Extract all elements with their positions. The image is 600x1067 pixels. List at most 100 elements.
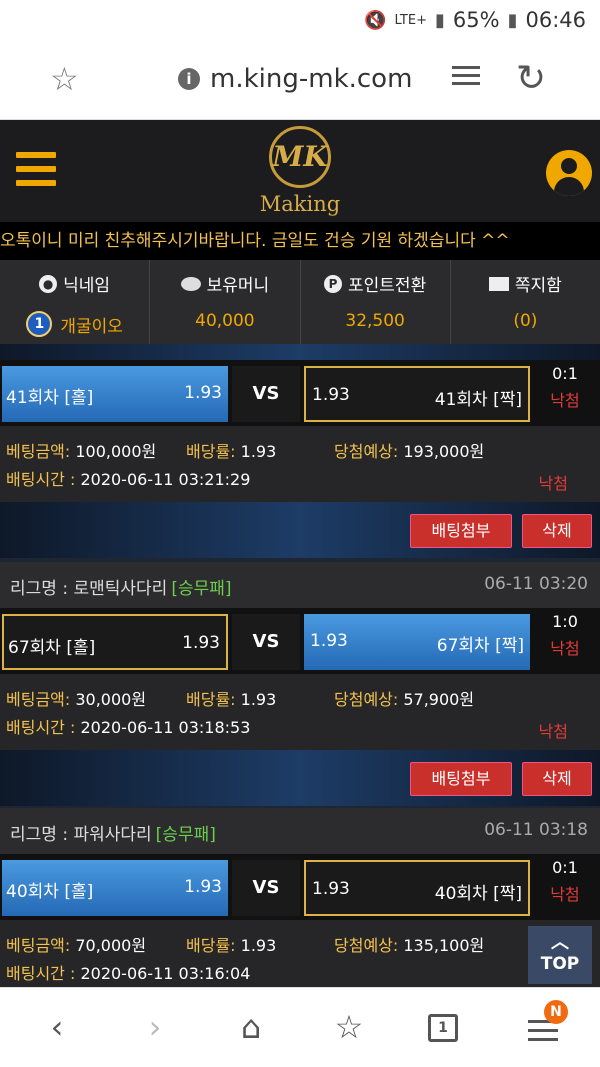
point-section[interactable]: P 포인트전환 32,500 [301,260,451,344]
away-name: 40회차 [짝] [434,884,522,904]
league-time: 06-11 03:20 [484,574,588,594]
top-label: TOP [540,954,580,974]
home-name: 41회차 [홀] [6,388,94,408]
user-account-icon[interactable] [546,150,592,196]
vs-label: VS [232,366,300,422]
site-logo[interactable]: MK Making [254,126,346,216]
away-name: 41회차 [짝] [434,390,522,410]
section-divider [0,344,600,360]
bet-rate: 배당률: 1.93 [186,690,277,709]
scroll-top-button[interactable]: ︿ TOP [528,926,592,984]
bet-time: 배팅시간 : 2020-06-11 03:16:04 [6,964,251,983]
level-badge: 1 [26,311,53,337]
bet-expected: 당첨예상: 57,900원 [334,690,475,709]
bookmark-star-icon[interactable]: ☆ [50,60,79,98]
bet-history-list: 41회차 [홀] 1.93 VS 1.93 41회차 [짝] 0:1 낙첨 베팅… [0,344,600,987]
bet-expected: 당첨예상: 135,100원 [334,936,485,955]
home-pick[interactable]: 40회차 [홀] 1.93 [2,860,228,916]
bet-time: 배팅시간 : 2020-06-11 03:18:53 [6,718,251,737]
bet-details: 베팅금액: 70,000원 배당률: 1.93 당첨예상: 135,100원 배… [0,920,600,987]
result-status: 낙첨 [550,639,580,658]
bet-type: [승무패] [171,579,232,599]
browser-menu-icon[interactable] [528,1020,558,1047]
money-value: 40,000 [195,311,255,331]
home-name: 40회차 [홀] [6,882,94,902]
away-odds: 1.93 [310,631,348,651]
away-name: 67회차 [짝] [436,636,524,656]
menu-icon[interactable] [16,152,56,194]
site-info-icon[interactable]: i [178,68,200,90]
point-value: 32,500 [345,311,405,331]
logo-brand-name: Making [259,192,341,216]
bet-row: 40회차 [홀] 1.93 VS 1.93 40회차 [짝] 0:1 낙첨 [0,854,600,920]
home-icon[interactable]: ⌂ [226,1008,276,1046]
message-count: (0) [513,311,538,331]
home-odds: 1.93 [182,633,220,653]
clock: 06:46 [525,8,586,32]
battery-percent: 65% [452,8,500,32]
score: 0:1 [552,364,578,383]
bet-amount: 베팅금액: 100,000원 [6,442,157,461]
bet-rate: 배당률: 1.93 [186,442,277,461]
home-pick[interactable]: 41회차 [홀] 1.93 [2,366,228,422]
bet-status: 낙첨 [538,722,568,741]
reload-icon[interactable]: ↻ [516,58,546,99]
attach-bet-button[interactable]: 배팅첨부 [410,514,512,548]
bet-details: 베팅금액: 30,000원 배당률: 1.93 당첨예상: 57,900원 배팅… [0,674,600,750]
bet-rate: 배당률: 1.93 [186,936,277,955]
attach-bet-button[interactable]: 배팅첨부 [410,762,512,796]
bet-expected: 당첨예상: 193,000원 [334,442,485,461]
reader-mode-icon[interactable] [452,66,480,94]
message-label: 쪽지함 [514,276,562,296]
nickname-section: ● 닉네임 1 개굴이오 [0,260,151,344]
logo-mark: MK [269,126,331,188]
delete-button[interactable]: 삭제 [522,762,592,796]
bookmarks-icon[interactable]: ☆ [324,1008,374,1046]
status-bar: 🔇 LTE+ ▮ 65% ▮ 06:46 [0,0,600,42]
match-result: 0:1 낙첨 [534,364,596,411]
bet-row: 67회차 [홀] 1.93 VS 1.93 67회차 [짝] 1:0 낙첨 [0,608,600,674]
away-pick[interactable]: 1.93 40회차 [짝] [304,860,530,916]
notification-badge: N [544,1000,568,1024]
mute-icon: 🔇 [364,9,387,31]
match-result: 0:1 낙첨 [534,858,596,905]
league-time: 06-11 03:18 [484,820,588,840]
result-status: 낙첨 [550,391,580,410]
home-pick[interactable]: 67회차 [홀] 1.93 [2,614,228,670]
away-pick[interactable]: 1.93 67회차 [짝] [304,614,530,670]
signal-icon: ▮ [434,9,445,31]
browser-bottom-nav: ‹ › ⌂ ☆ 1 N [0,987,600,1067]
result-status: 낙첨 [550,885,580,904]
home-odds: 1.93 [184,383,222,403]
message-section[interactable]: 쪽지함 (0) [451,260,600,344]
score: 0:1 [552,858,578,877]
bet-details: 베팅금액: 100,000원 배당률: 1.93 당첨예상: 193,000원 … [0,426,600,502]
battery-icon: ▮ [507,9,518,31]
away-pick[interactable]: 1.93 41회차 [짝] [304,366,530,422]
money-section[interactable]: 보유머니 40,000 [150,260,301,344]
mail-icon [488,276,509,291]
tabs-icon[interactable]: 1 [428,1014,458,1042]
forward-icon[interactable]: › [130,1008,180,1046]
bet-amount: 베팅금액: 70,000원 [6,936,147,955]
back-icon[interactable]: ‹ [32,1008,82,1046]
home-name: 67회차 [홀] [8,638,96,658]
bet-time: 배팅시간 : 2020-06-11 03:21:29 [6,470,251,489]
browser-url-bar: ☆ i m.king-mk.com ↻ [0,42,600,120]
vs-label: VS [232,614,300,670]
away-odds: 1.93 [312,879,350,899]
league-header: 리그명 : 로맨틱사다리 [승무패] 06-11 03:20 [0,562,600,608]
site-header: MK Making [0,120,600,222]
user-info-panel: ● 닉네임 1 개굴이오 보유머니 40,000 P 포인트전환 32,500 쪽지함… [0,260,600,344]
notice-marquee: 오톡이니 미리 친추해주시기바랍니다. 금일도 건승 기원 하겠습니다 ^^ [0,222,600,260]
nickname-value: 개굴이오 [60,316,123,337]
bet-row: 41회차 [홀] 1.93 VS 1.93 41회차 [짝] 0:1 낙첨 [0,360,600,426]
away-odds: 1.93 [312,385,350,405]
url-text[interactable]: m.king-mk.com [210,64,412,94]
home-odds: 1.93 [184,877,222,897]
league-header: 리그명 : 파워사다리 [승무패] 06-11 03:18 [0,808,600,854]
point-label: 포인트전환 [348,276,427,296]
bet-status: 낙첨 [538,474,568,493]
user-icon: ● [39,274,58,293]
delete-button[interactable]: 삭제 [522,514,592,548]
